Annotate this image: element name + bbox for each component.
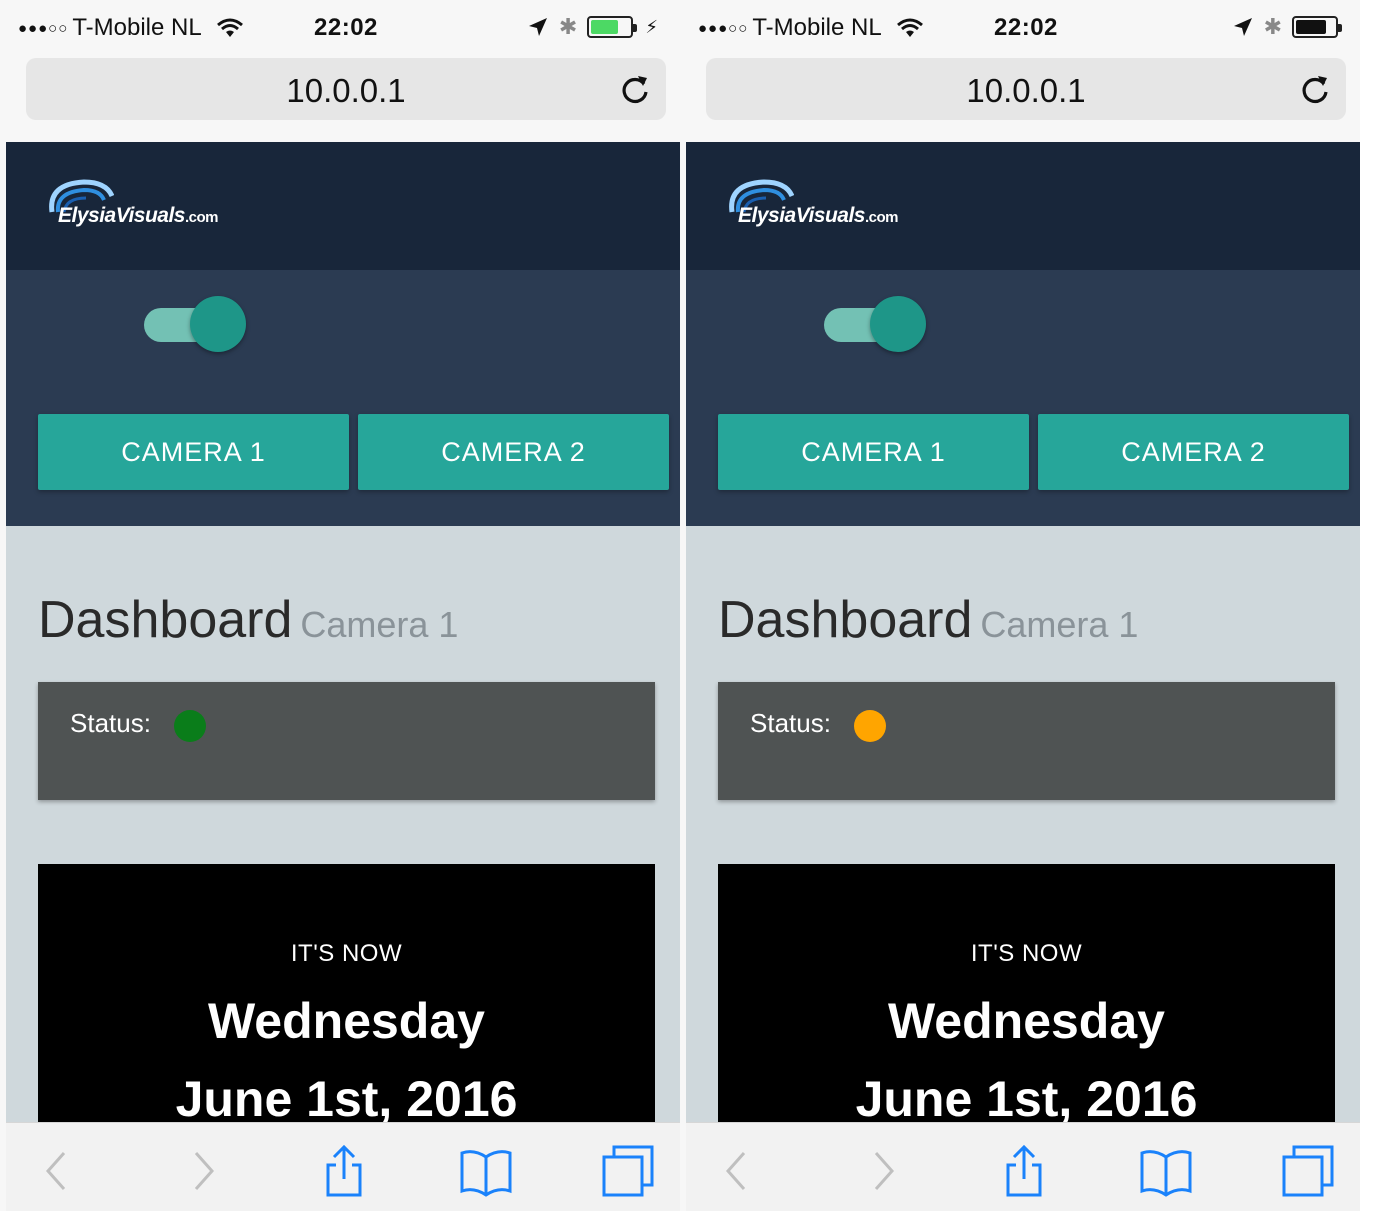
status-card: Status: xyxy=(718,682,1335,800)
toggle-knob[interactable] xyxy=(870,296,926,352)
phone-screen-right: ●●●○○ T-Mobile NL 22:02 ✱ ⚡ 10.0.0.1 xyxy=(680,0,1360,1211)
control-panel: CAMERA 1 CAMERA 2 xyxy=(686,270,1360,526)
camera-1-button[interactable]: CAMERA 1 xyxy=(718,414,1029,490)
forward-icon[interactable] xyxy=(174,1143,230,1199)
bluetooth-icon: ✱ xyxy=(558,14,578,39)
weekday: Wednesday xyxy=(888,993,1165,1049)
url-text: 10.0.0.1 xyxy=(286,72,406,109)
bookmarks-icon[interactable] xyxy=(1138,1143,1194,1199)
elysiavisuals-logo[interactable]: ElysiaVisuals.com xyxy=(724,176,964,236)
dashboard-title: Dashboard xyxy=(38,591,293,649)
full-date: June 1st, 2016 xyxy=(175,1071,518,1127)
tabs-icon[interactable] xyxy=(1280,1143,1336,1199)
site-header: ElysiaVisuals.com xyxy=(6,142,680,270)
power-toggle[interactable] xyxy=(144,296,246,352)
back-icon[interactable] xyxy=(30,1143,86,1199)
safari-toolbar xyxy=(686,1122,1360,1211)
page-title: Dashboard Camera 1 xyxy=(38,590,458,650)
bookmarks-icon[interactable] xyxy=(458,1143,514,1199)
battery-icon xyxy=(1292,16,1342,38)
wifi-icon xyxy=(896,18,923,37)
web-page: ElysiaVisuals.com CAMERA 1 CAMERA 2 Dash… xyxy=(6,142,680,1127)
page-title: Dashboard Camera 1 xyxy=(718,590,1138,650)
weekday: Wednesday xyxy=(208,993,485,1049)
location-arrow-icon xyxy=(528,18,547,36)
signal-strength-icon: ●●●○○ xyxy=(18,19,69,37)
dashboard-subtitle: Camera 1 xyxy=(300,604,459,645)
power-toggle[interactable] xyxy=(824,296,926,352)
logo-suffix: .com xyxy=(864,209,899,226)
toggle-knob[interactable] xyxy=(190,296,246,352)
logo-suffix: .com xyxy=(184,209,219,226)
phone-screen-left: ●●●○○ T-Mobile NL 22:02 ✱ ⚡ 10.0.0.1 Ely… xyxy=(0,0,680,1211)
url-text: 10.0.0.1 xyxy=(966,72,1086,109)
logo-text: ElysiaVisuals xyxy=(58,204,185,227)
logo-text: ElysiaVisuals xyxy=(738,204,865,227)
site-header: ElysiaVisuals.com xyxy=(686,142,1360,270)
share-icon[interactable] xyxy=(996,1143,1052,1199)
date-card: IT'S NOW Wednesday June 1st, 2016 xyxy=(38,864,655,1127)
address-bar[interactable]: 10.0.0.1 xyxy=(706,58,1346,120)
control-panel: CAMERA 1 CAMERA 2 xyxy=(6,270,680,526)
reload-icon[interactable] xyxy=(1298,72,1332,106)
status-label: Status: xyxy=(70,708,151,738)
status-bar: ●●●○○ T-Mobile NL 22:02 ✱ ⚡ xyxy=(0,0,680,56)
status-indicator xyxy=(174,710,206,742)
web-page: ElysiaVisuals.com CAMERA 1 CAMERA 2 Dash… xyxy=(686,142,1360,1127)
clock-time: 22:02 xyxy=(314,14,378,41)
dashboard-subtitle: Camera 1 xyxy=(980,604,1139,645)
date-caption: IT'S NOW xyxy=(970,940,1083,967)
safari-toolbar xyxy=(6,1122,680,1211)
date-card: IT'S NOW Wednesday June 1st, 2016 xyxy=(718,864,1335,1127)
wifi-icon xyxy=(216,18,243,37)
battery-level xyxy=(591,20,619,34)
status-bar: ●●●○○ T-Mobile NL 22:02 ✱ ⚡ xyxy=(680,0,1360,56)
location-arrow-icon xyxy=(1233,18,1252,36)
charging-bolt-icon: ⚡ xyxy=(645,16,658,37)
dashboard-title: Dashboard xyxy=(718,591,973,649)
status-indicator xyxy=(854,710,886,742)
camera-2-button[interactable]: CAMERA 2 xyxy=(1038,414,1349,490)
signal-strength-icon: ●●●○○ xyxy=(698,19,749,37)
battery-icon xyxy=(587,16,638,38)
clock-time: 22:02 xyxy=(994,14,1058,41)
carrier-name: T-Mobile NL xyxy=(72,14,202,41)
status-label: Status: xyxy=(750,708,831,738)
camera-1-button[interactable]: CAMERA 1 xyxy=(38,414,349,490)
address-bar[interactable]: 10.0.0.1 xyxy=(26,58,666,120)
reload-icon[interactable] xyxy=(618,72,652,106)
date-caption: IT'S NOW xyxy=(290,940,403,967)
full-date: June 1st, 2016 xyxy=(855,1071,1198,1127)
back-icon[interactable] xyxy=(710,1143,766,1199)
battery-level xyxy=(1296,20,1326,34)
bluetooth-icon: ✱ xyxy=(1263,14,1282,39)
camera-2-button[interactable]: CAMERA 2 xyxy=(358,414,669,490)
elysiavisuals-logo[interactable]: ElysiaVisuals.com xyxy=(44,176,284,236)
forward-icon[interactable] xyxy=(854,1143,910,1199)
share-icon[interactable] xyxy=(316,1143,372,1199)
carrier-name: T-Mobile NL xyxy=(752,14,882,41)
status-card: Status: xyxy=(38,682,655,800)
tabs-icon[interactable] xyxy=(600,1143,656,1199)
